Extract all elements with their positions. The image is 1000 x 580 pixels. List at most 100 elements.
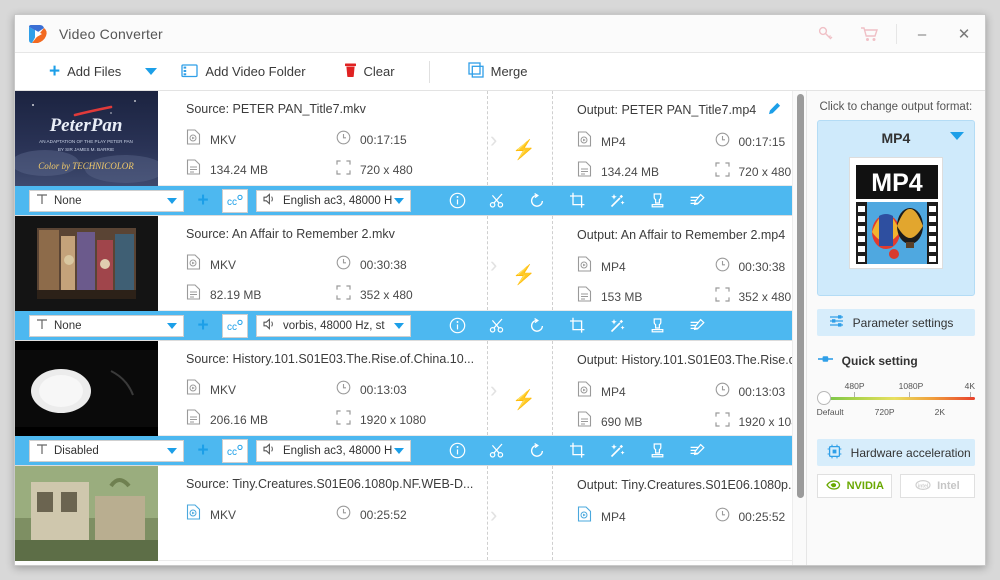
chevron-down-icon[interactable] [950,132,964,140]
trim-icon[interactable] [477,187,517,215]
quality-slider[interactable]: 480P 1080P 4K Default 720P 2K [816,381,975,427]
add-video-folder-label: Add Video Folder [205,64,306,79]
file-format-icon [186,504,201,525]
source-duration: 00:30:38 [336,254,486,275]
app-logo-icon [27,23,49,45]
scrollbar-thumb[interactable] [796,94,804,498]
close-button[interactable]: ✕ [943,15,985,53]
rotate-icon[interactable] [517,187,557,215]
resolution-icon [714,161,730,182]
plus-icon: + [197,190,209,211]
file-list-scrollbar[interactable] [791,91,806,565]
file-format-icon [577,506,592,527]
subtitle-icon[interactable] [677,187,717,215]
subtitle-icon[interactable] [677,312,717,340]
add-subtitle-button[interactable]: + [190,189,216,213]
effect-icon[interactable] [597,312,637,340]
watermark-icon[interactable] [637,437,677,465]
output-duration: 00:25:52 [715,506,792,527]
info-icon[interactable] [437,437,477,465]
window-title: Video Converter [59,25,163,42]
source-resolution: 352 x 480 [336,284,486,305]
rotate-icon[interactable] [517,437,557,465]
convert-arrow: › ⚡ [488,216,552,310]
rotate-icon[interactable] [517,312,557,340]
convert-arrow: › [488,466,552,560]
source-resolution: 1920 x 1080 [336,409,486,430]
slider-track[interactable] [819,397,975,400]
add-files-button[interactable]: + Add Files [39,53,131,91]
effect-icon[interactable] [597,437,637,465]
document-icon [577,286,592,307]
text-subtitle-icon [36,318,48,333]
subtitle-select[interactable]: None [29,189,184,212]
format-hint: Click to change output format: [819,101,973,113]
plus-icon: + [49,61,61,82]
chevron-down-icon [394,197,404,204]
clock-icon [715,132,730,152]
audio-value: English ac3, 48000 H [283,194,393,207]
edit-pencil-icon[interactable] [768,102,781,118]
effect-icon[interactable] [597,187,637,215]
file-card[interactable]: Source: History.101.S01E03.The.Rise.of.C… [15,341,792,436]
document-icon [186,284,201,305]
output-format-selector[interactable]: MP4 MP4 [816,120,975,296]
audio-select[interactable]: English ac3, 48000 H [256,189,411,212]
clock-icon [715,257,730,277]
toolbar-divider [428,60,430,83]
add-video-folder-button[interactable]: Add Video Folder [171,53,315,91]
add-subtitle-button[interactable]: + [190,439,216,463]
parameter-settings-button[interactable]: Parameter settings [816,309,975,336]
gpu-nvidia-toggle[interactable]: NVIDIA [816,474,892,498]
crop-icon[interactable] [557,187,597,215]
hardware-acceleration-button[interactable]: Hardware acceleration [816,439,975,466]
trim-icon[interactable] [477,437,517,465]
file-card[interactable]: PeterPan AN ADAPTATION OF THE PLAY PETER… [15,91,792,186]
audio-select[interactable]: English ac3, 48000 H [256,439,411,462]
slider-label-2k: 2K [934,407,946,417]
closed-caption-button[interactable]: cc [222,438,248,463]
info-icon[interactable] [437,312,477,340]
info-icon[interactable] [437,187,477,215]
add-files-dropdown[interactable] [131,53,171,91]
crop-icon[interactable] [557,312,597,340]
merge-label: Merge [490,64,528,79]
speaker-icon [263,443,277,458]
quick-setting-section: Quick setting [817,353,975,368]
file-card[interactable]: Source: An Affair to Remember 2.mkv MKV [15,216,792,311]
clear-button[interactable]: Clear [334,53,405,91]
crop-icon[interactable] [557,437,597,465]
subtitle-icon[interactable] [677,437,717,465]
trim-icon[interactable] [477,312,517,340]
add-subtitle-button[interactable]: + [190,314,216,338]
subtitle-select[interactable]: None [29,314,184,337]
closed-caption-button[interactable]: cc [222,313,248,338]
closed-caption-button[interactable]: cc [222,188,248,213]
audio-select[interactable]: vorbis, 48000 Hz, st [256,314,411,337]
gpu-intel-toggle[interactable]: intel Intel [899,474,976,498]
svg-text:BY SIR JAMES M. BARRIE: BY SIR JAMES M. BARRIE [58,147,114,152]
thumbnail: PeterPan AN ADAPTATION OF THE PLAY PETER… [15,91,158,186]
file-list[interactable]: PeterPan AN ADAPTATION OF THE PLAY PETER… [15,91,792,565]
minimize-button[interactable]: – [901,15,943,53]
subtitle-select[interactable]: Disabled [29,439,184,462]
key-icon[interactable] [804,15,848,53]
watermark-icon[interactable] [637,187,677,215]
file-card[interactable]: Source: Tiny.Creatures.S01E06.1080p.NF.W… [15,466,792,561]
source-panel: Source: An Affair to Remember 2.mkv MKV [158,216,488,310]
folder-video-icon [181,63,198,81]
chevron-down-icon [167,197,177,204]
cart-icon[interactable] [848,15,892,53]
chevron-right-icon: › [490,252,498,277]
slider-knob[interactable] [816,391,831,405]
output-duration: 00:13:03 [715,381,792,402]
document-icon [186,409,201,430]
file-options-bar: Disabled + cc English ac3, 48000 H [15,436,792,466]
merge-button[interactable]: Merge [458,53,538,91]
watermark-icon[interactable] [637,312,677,340]
document-icon [577,411,592,432]
lightning-icon: ⚡ [512,265,536,286]
file-format-icon [186,254,201,275]
speaker-icon [263,193,277,208]
output-duration: 00:17:15 [715,131,792,152]
